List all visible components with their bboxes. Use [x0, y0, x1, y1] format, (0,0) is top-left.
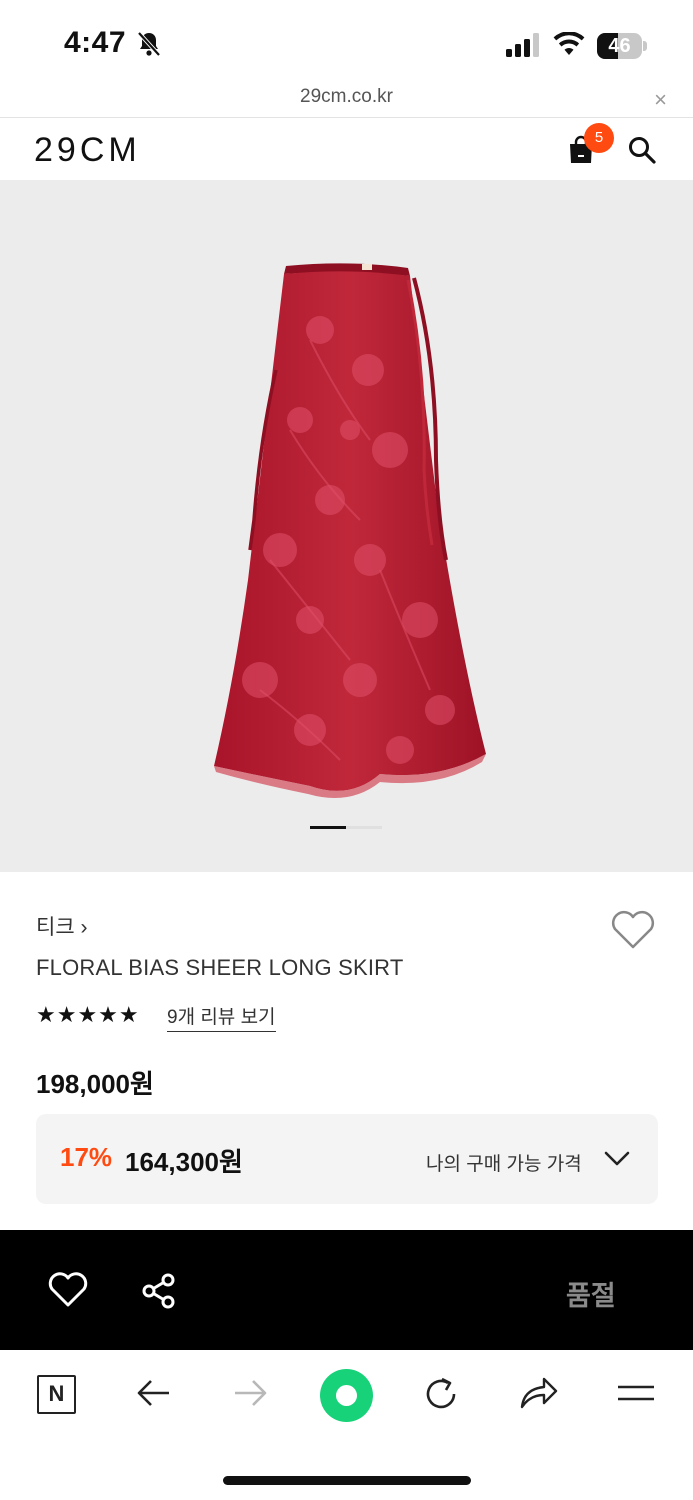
search-icon[interactable]	[627, 135, 657, 170]
cart-count-badge[interactable]: 5	[584, 123, 614, 153]
discount-rate: 17%	[60, 1142, 113, 1172]
home-indicator[interactable]	[223, 1476, 471, 1485]
site-logo[interactable]: 29CM	[34, 131, 141, 170]
product-image	[214, 263, 486, 798]
brand-link[interactable]: 티크 ›	[36, 911, 87, 941]
status-time: 4:47	[64, 26, 127, 59]
battery-percent: 46	[608, 35, 631, 57]
forward-arrow-icon[interactable]	[232, 1375, 268, 1416]
carousel-dot-active[interactable]	[310, 826, 346, 829]
close-icon[interactable]: ×	[654, 87, 667, 113]
battery-icon: 46	[597, 33, 647, 59]
status-bar: 4:47 46	[0, 0, 693, 80]
carousel-dot[interactable]	[346, 826, 382, 829]
heart-icon[interactable]	[610, 910, 656, 955]
purchase-action-bar: 품절	[0, 1230, 693, 1350]
wifi-icon	[553, 31, 585, 61]
share-arrow-icon[interactable]	[518, 1375, 558, 1416]
menu-icon[interactable]	[616, 1375, 656, 1416]
naver-n-icon[interactable]: N	[37, 1375, 76, 1414]
product-image-carousel[interactable]	[0, 180, 693, 872]
browser-url-bar[interactable]: 29cm.co.kr ×	[0, 80, 693, 118]
bell-muted-icon	[137, 31, 161, 62]
star-rating-icon: ★★★★★	[36, 1002, 140, 1027]
carousel-pager	[310, 826, 382, 829]
product-title: FLORAL BIAS SHEER LONG SKIRT	[36, 955, 404, 980]
browser-toolbar: N	[0, 1351, 693, 1451]
my-price-label[interactable]: 나의 구매 가능 가격	[426, 1149, 582, 1176]
my-price-box[interactable]: 17% 164,300원 나의 구매 가능 가격	[36, 1114, 658, 1204]
soldout-button[interactable]: 품절	[566, 1274, 616, 1313]
chevron-down-icon[interactable]	[604, 1150, 630, 1173]
site-header: 29CM 5	[0, 119, 693, 179]
cellular-signal-icon	[506, 33, 540, 62]
sale-price: 164,300원	[125, 1147, 243, 1177]
green-dot-icon[interactable]	[320, 1369, 373, 1422]
reload-icon[interactable]	[422, 1375, 460, 1418]
heart-icon[interactable]	[48, 1272, 88, 1313]
back-arrow-icon[interactable]	[136, 1375, 172, 1416]
share-icon[interactable]	[140, 1272, 178, 1315]
original-price: 198,000원	[36, 1069, 154, 1099]
reviews-link[interactable]: 9개 리뷰 보기	[167, 1002, 276, 1032]
url-text[interactable]: 29cm.co.kr	[0, 86, 693, 108]
